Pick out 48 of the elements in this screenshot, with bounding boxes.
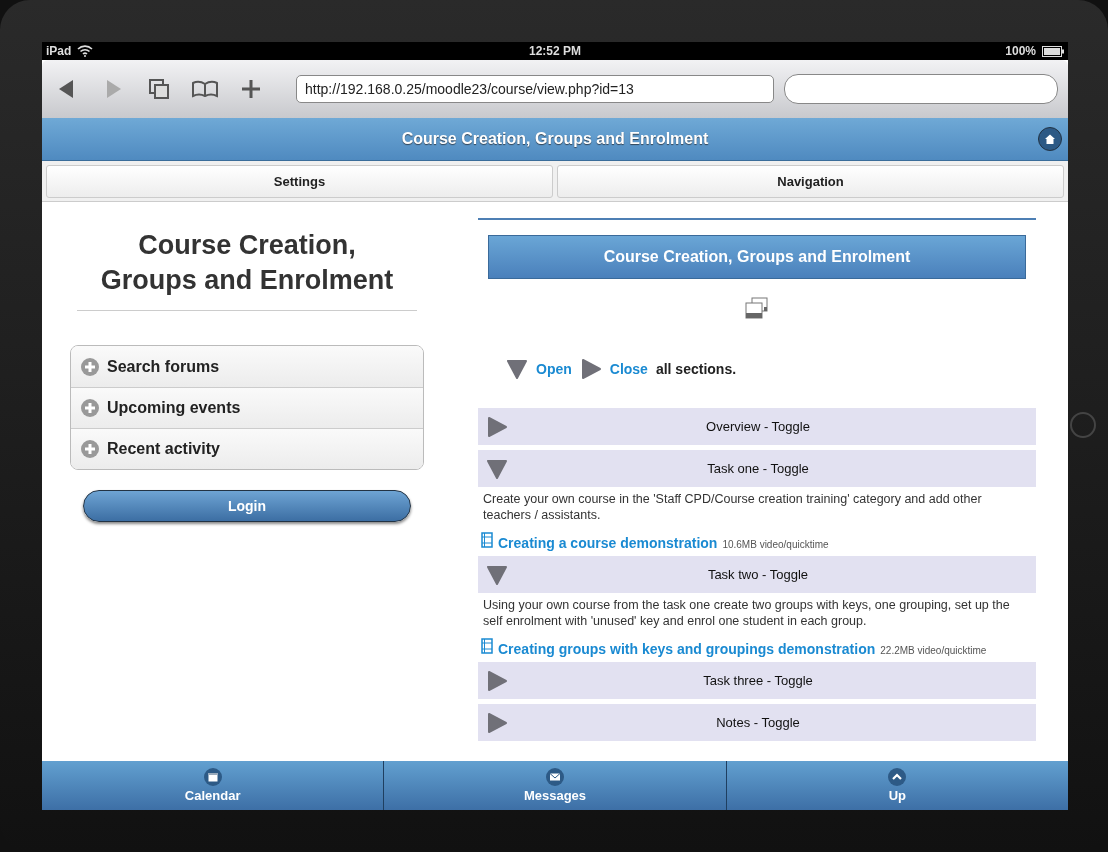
battery-icon bbox=[1042, 45, 1064, 57]
section-summary: Create your own course in the 'Staff CPD/Course creation training' category and add other teachers / assistants. bbox=[483, 491, 983, 523]
triangle-right-icon bbox=[579, 358, 602, 380]
footer-button[interactable]: Calendar bbox=[42, 761, 384, 810]
section-toggle[interactable]: Notes - Toggle bbox=[478, 704, 1036, 741]
block-header[interactable]: Recent activity bbox=[71, 428, 423, 469]
footer-button[interactable]: Up bbox=[725, 761, 1068, 810]
nav-button[interactable]: Navigation bbox=[557, 165, 1064, 198]
calendar-icon bbox=[203, 768, 222, 786]
triangle-right-icon bbox=[486, 711, 508, 734]
file-info: 10.6MB video/quicktime bbox=[722, 539, 829, 550]
address-field[interactable]: http://192.168.0.25/moodle23/course/view.php?id=13 bbox=[296, 75, 774, 103]
file-info: 22.2MB video/quicktime bbox=[880, 645, 987, 656]
battery-percent: 100% bbox=[1005, 44, 1036, 58]
block-header[interactable]: Search forums bbox=[71, 346, 423, 387]
close-link[interactable]: Close bbox=[609, 361, 648, 377]
header-title: Course Creation, Groups and Enrolment bbox=[401, 130, 709, 148]
course-title: Course Creation, Groups and Enrolment bbox=[77, 228, 417, 311]
section-toggle[interactable]: Task two - Toggle bbox=[478, 556, 1036, 593]
triangle-down-icon bbox=[486, 457, 508, 480]
block-header[interactable]: Upcoming events bbox=[71, 387, 423, 428]
envelope-icon bbox=[546, 768, 564, 786]
toggle-all-text: all sections. bbox=[655, 361, 737, 377]
open-link[interactable]: Open bbox=[536, 361, 572, 377]
search-field[interactable] bbox=[784, 74, 1058, 104]
home-button[interactable] bbox=[1038, 127, 1062, 151]
nav-button[interactable]: Settings bbox=[46, 165, 553, 198]
triangle-right-icon bbox=[486, 415, 508, 438]
section-summary: Using your own course from the task one create two groups with keys, one grouping, set up the self enrolment with 'unused' key and enrol one student in each group. bbox=[483, 597, 1011, 629]
triangle-down-icon bbox=[486, 563, 508, 586]
triangle-right-icon bbox=[486, 669, 508, 692]
video-link[interactable]: Creating groups with keys and groupings demonstration bbox=[498, 641, 876, 657]
login-button[interactable]: Login bbox=[83, 490, 411, 522]
video-link[interactable]: Creating a course demonstration bbox=[498, 535, 718, 551]
section-toggle[interactable]: Task one - Toggle bbox=[478, 450, 1036, 487]
device-name: iPad bbox=[46, 44, 72, 58]
windows-icon bbox=[745, 297, 769, 319]
wifi-icon bbox=[77, 45, 94, 57]
triangle-down-icon bbox=[506, 358, 528, 380]
section-toggle[interactable]: Overview - Toggle bbox=[478, 408, 1036, 445]
home-icon bbox=[1044, 133, 1056, 145]
film-icon bbox=[481, 532, 493, 548]
film-icon bbox=[481, 638, 493, 654]
chevron-up-icon bbox=[888, 768, 907, 786]
section-toggle[interactable]: Task three - Toggle bbox=[478, 662, 1036, 699]
footer-button[interactable]: Messages bbox=[383, 761, 726, 810]
banner-title: Course Creation, Groups and Enrolment bbox=[603, 248, 911, 266]
status-time: 12:52 PM bbox=[529, 44, 581, 58]
